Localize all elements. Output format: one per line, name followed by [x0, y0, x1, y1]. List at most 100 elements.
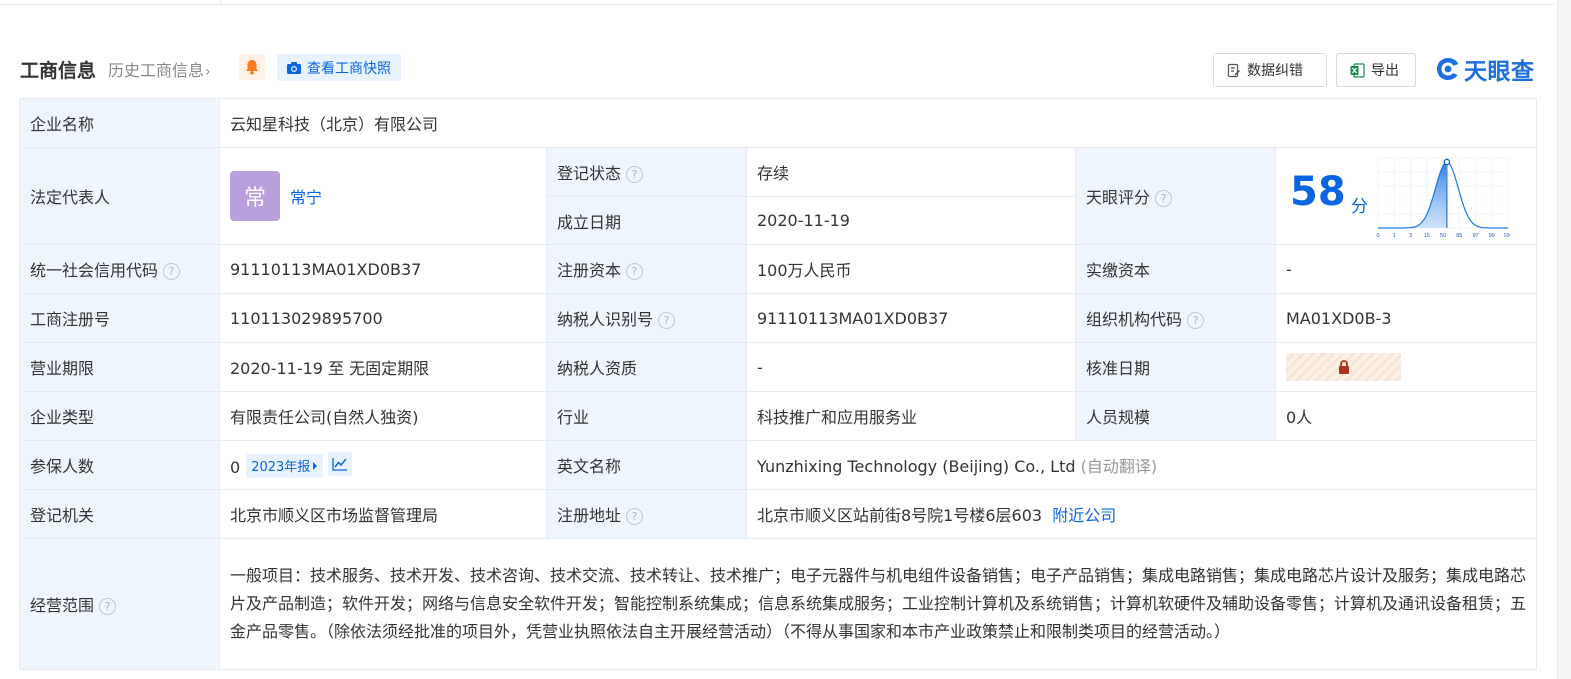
- table-row: 参保人数 0 2023年报 英文名称 Yunzhixing Technology …: [19, 440, 1538, 490]
- nearby-companies-link[interactable]: 附近公司: [1052, 506, 1116, 525]
- help-icon[interactable]: ?: [163, 263, 181, 280]
- score-tick-label: 15: [1424, 233, 1430, 238]
- history-info-link[interactable]: 历史工商信息›: [108, 57, 211, 81]
- insured-cell: 0 2023年报: [219, 440, 547, 490]
- score-label: 天眼评分: [1086, 188, 1151, 207]
- export-button[interactable]: 导出: [1336, 53, 1416, 87]
- scope-label: 经营范围: [30, 596, 95, 615]
- en-name-value: Yunzhixing Technology (Beijing) Co., Ltd: [757, 457, 1076, 476]
- line-chart-icon: [332, 458, 348, 471]
- help-icon[interactable]: ?: [99, 598, 117, 615]
- score-unit: 分: [1351, 197, 1368, 217]
- reg-capital-label: 注册资本: [557, 261, 622, 280]
- company-name: 云知星科技（北京）有限公司: [218, 98, 1538, 148]
- taxpayer-id-label: 纳税人识别号: [557, 310, 654, 329]
- annual-report-year-tag[interactable]: 2023年报: [246, 453, 324, 478]
- business-scope-text: 一般项目：技术服务、技术开发、技术咨询、技术交流、技术转让、技术推广；电子元器件…: [218, 538, 1538, 670]
- snapshot-label: 查看工商快照: [307, 60, 391, 77]
- help-icon[interactable]: ?: [626, 508, 644, 525]
- table-row: 法定代表人 常常宁 登记状态? 存续 天眼评分? 58 分 0 1 3 15 50 85 9…: [19, 147, 1538, 245]
- paid-capital-label: 实缴资本: [1075, 244, 1276, 294]
- org-code-label: 组织机构代码: [1086, 310, 1183, 329]
- auto-translate-note: (自动翻译): [1080, 457, 1158, 476]
- authority-label: 登记机关: [19, 489, 220, 539]
- founded-label: 成立日期: [546, 196, 747, 245]
- table-row: 经营范围? 一般项目：技术服务、技术开发、技术咨询、技术交流、技术转让、技术推广…: [19, 538, 1538, 670]
- address-cell: 北京市顺义区站前街8号院1号楼6层603 附近公司: [745, 489, 1538, 539]
- locked-value-bar[interactable]: [1286, 353, 1401, 381]
- business-info-table: 企业名称 云知星科技（北京）有限公司 法定代表人 常常宁 登记状态? 存续 天眼…: [19, 98, 1538, 670]
- org-code-label-cell: 组织机构代码?: [1075, 293, 1276, 343]
- score-value: 58: [1290, 169, 1346, 215]
- taxpayer-qual-label: 纳税人资质: [546, 342, 747, 392]
- company-name-label: 企业名称: [19, 98, 220, 148]
- term-label: 营业期限: [19, 342, 220, 392]
- edit-document-icon: [1227, 63, 1241, 77]
- history-info-label: 历史工商信息: [108, 61, 205, 80]
- industry-value: 科技推广和应用服务业: [746, 391, 1076, 441]
- section-header: 工商信息 历史工商信息› 查看工商快照 数据纠错 导出 天眼查: [20, 52, 1536, 87]
- taxpayer-qual-value: -: [746, 342, 1076, 392]
- founded-value: 2020-11-19: [746, 196, 1076, 245]
- help-icon[interactable]: ?: [1187, 312, 1205, 329]
- score-distribution-chart: 0 1 3 15 50 85 97 99 100: [1376, 157, 1510, 238]
- data-correction-button[interactable]: 数据纠错: [1213, 53, 1327, 87]
- score-tick-label: 85: [1456, 233, 1462, 238]
- score-tick-label: 3: [1409, 233, 1412, 238]
- reg-status-label-cell: 登记状态?: [546, 147, 747, 197]
- authority-value: 北京市顺义区市场监督管理局: [219, 489, 547, 539]
- lock-icon: [1338, 360, 1349, 374]
- avatar[interactable]: 常: [230, 171, 280, 221]
- table-row: 营业期限 2020-11-19 至 无固定期限 纳税人资质 - 核准日期: [19, 342, 1538, 392]
- industry-label: 行业: [546, 391, 747, 441]
- reg-status-label: 登记状态: [557, 164, 622, 183]
- score-tick-label: 100: [1503, 233, 1510, 238]
- paid-capital-value: -: [1274, 244, 1538, 294]
- score-tick-label: 97: [1472, 233, 1478, 238]
- help-icon[interactable]: ?: [626, 263, 644, 280]
- biz-reg-no-value: 110113029895700: [219, 293, 547, 343]
- help-icon[interactable]: ?: [1155, 190, 1173, 207]
- table-row: 工商注册号 110113029895700 纳税人识别号? 91110113MA…: [19, 293, 1538, 343]
- snapshot-button[interactable]: 查看工商快照: [277, 54, 401, 81]
- monitor-bell-button[interactable]: [239, 54, 265, 80]
- approval-date-label: 核准日期: [1075, 342, 1276, 392]
- insured-value: 0: [230, 458, 241, 478]
- credit-code-value: 91110113MA01XD0B37: [219, 244, 547, 294]
- en-name-cell: Yunzhixing Technology (Beijing) Co., Ltd…: [745, 440, 1538, 490]
- score-widget[interactable]: 58 分 0 1 3 15 50 85 97 99 100: [1276, 148, 1536, 244]
- caret-right-icon: [313, 461, 318, 470]
- tianyancha-logo: 天眼查: [1435, 54, 1535, 85]
- excel-icon: [1350, 62, 1365, 78]
- bell-icon: [246, 60, 258, 75]
- trend-chart-button[interactable]: [328, 452, 353, 477]
- score-tick-label: 1: [1393, 233, 1396, 238]
- score-label-cell: 天眼评分?: [1075, 147, 1276, 245]
- table-row: 企业类型 有限责任公司(自然人独资) 行业 科技推广和应用服务业 人员规模 0人: [19, 391, 1538, 441]
- help-icon[interactable]: ?: [658, 312, 676, 329]
- score-tick-label: 99: [1489, 233, 1495, 238]
- tab-divider: [220, 0, 221, 5]
- top-tab-strip: [0, 0, 1555, 5]
- score-cell[interactable]: 58 分 0 1 3 15 50 85 97 99 100: [1274, 147, 1538, 245]
- table-row: 统一社会信用代码? 91110113MA01XD0B37 注册资本? 100万人…: [19, 244, 1538, 294]
- table-row: 企业名称 云知星科技（北京）有限公司: [19, 98, 1538, 148]
- page-scrollbar[interactable]: [1557, 0, 1571, 679]
- score-tick-label: 0: [1376, 233, 1379, 238]
- annual-report-year: 2023年报: [251, 460, 311, 476]
- address-value: 北京市顺义区站前街8号院1号楼6层603: [757, 506, 1043, 525]
- table-row: 登记机关 北京市顺义区市场监督管理局 注册地址? 北京市顺义区站前街8号院1号楼…: [19, 489, 1538, 539]
- insured-label: 参保人数: [19, 440, 220, 490]
- org-code-value: MA01XD0B-3: [1274, 293, 1538, 343]
- credit-code-label-cell: 统一社会信用代码?: [19, 244, 220, 294]
- reg-capital-label-cell: 注册资本?: [546, 244, 747, 294]
- score-marker-dot: [1443, 158, 1451, 166]
- term-value: 2020-11-19 至 无固定期限: [219, 342, 547, 392]
- taxpayer-id-label-cell: 纳税人识别号?: [546, 293, 747, 343]
- help-icon[interactable]: ?: [626, 166, 644, 183]
- camera-icon: [287, 61, 301, 74]
- en-name-label: 英文名称: [546, 440, 747, 490]
- company-type-value: 有限责任公司(自然人独资): [219, 391, 547, 441]
- legal-rep-link[interactable]: 常宁: [290, 188, 322, 207]
- staff-size-value: 0人: [1274, 391, 1538, 441]
